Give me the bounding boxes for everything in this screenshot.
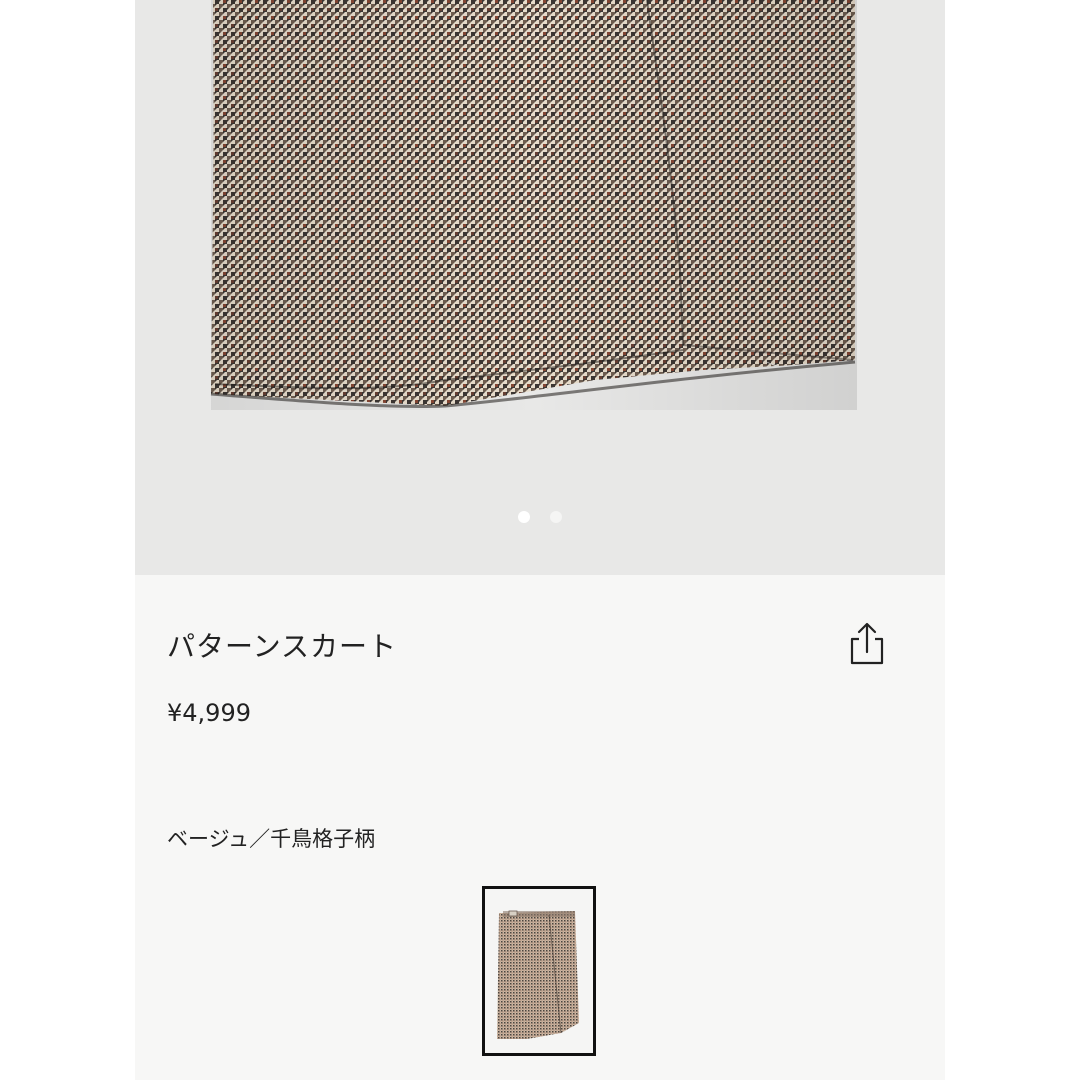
product-price: ¥4,999 xyxy=(167,699,251,727)
share-button[interactable] xyxy=(841,619,893,671)
product-title: パターンスカート xyxy=(167,630,398,663)
product-info: パターンスカート ¥4,999 ベージュ／千鳥格子柄 xyxy=(135,575,945,1080)
share-icon xyxy=(850,622,884,665)
swatch-skirt-thumbnail xyxy=(497,910,579,1039)
carousel-dot-2[interactable] xyxy=(550,511,562,523)
product-screen: パターンスカート ¥4,999 ベージュ／千鳥格子柄 xyxy=(135,0,945,1080)
carousel-indicator xyxy=(518,511,562,523)
color-swatch-selected[interactable] xyxy=(482,886,596,1056)
skirt-image xyxy=(210,0,857,410)
color-variant-label: ベージュ／千鳥格子柄 xyxy=(167,827,376,851)
product-image-carousel[interactable] xyxy=(135,0,945,575)
carousel-dot-1[interactable] xyxy=(518,511,530,523)
